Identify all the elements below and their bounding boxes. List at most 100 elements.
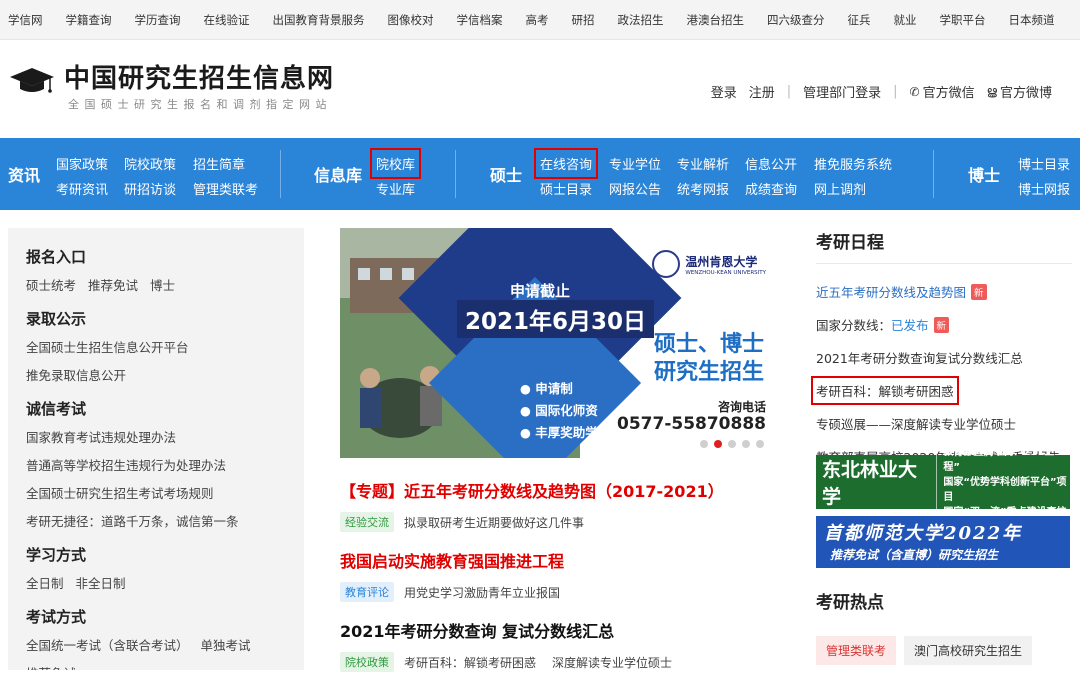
top-link[interactable]: 在线验证	[204, 12, 250, 28]
top-link[interactable]: 征兵	[848, 12, 871, 28]
top-link[interactable]: 学信档案	[457, 12, 503, 28]
top-link[interactable]: 港澳台招生	[687, 12, 745, 28]
login-link[interactable]: 登录	[711, 82, 737, 101]
site-logo[interactable]: 中国研究生招生信息网 全国硕士研究生报名和调剂指定网站	[8, 64, 334, 112]
sidebar-link[interactable]: 全日制	[26, 576, 64, 591]
schedule-item[interactable]: 2021年考研分数查询复试分数线汇总	[816, 348, 1072, 367]
schedule-item-text: 国家分数线：	[816, 318, 892, 333]
news-category-tag[interactable]: 教育评论	[340, 582, 394, 602]
sidebar-link[interactable]: 考研无捷径：道路千万条，诚信第一条	[26, 514, 239, 529]
sidebar-row: 全国硕士生招生信息公开平台	[26, 337, 286, 356]
wechat-icon: ✆	[909, 84, 920, 99]
top-link[interactable]: 学历查询	[135, 12, 181, 28]
sidebar-link[interactable]: 推荐免试	[26, 666, 76, 670]
top-link[interactable]: 学职平台	[940, 12, 986, 28]
sidebar-link[interactable]: 博士	[150, 278, 175, 293]
weibo-link[interactable]: ൠ 官方微博	[987, 82, 1052, 101]
nav-link[interactable]: 研招访谈	[124, 179, 176, 198]
top-link[interactable]: 政法招生	[618, 12, 664, 28]
nav-link[interactable]: 硕士目录	[540, 179, 592, 198]
nav-library-title[interactable]: 信息库	[314, 162, 362, 186]
sidebar-link[interactable]: 全国硕士研究生招生考试考场规则	[26, 486, 214, 501]
sidebar-link[interactable]: 硕士统考	[26, 278, 76, 293]
news-sub-link[interactable]: 拟录取研考生近期要做好这几件事	[404, 514, 584, 531]
nav-link[interactable]: 成绩查询	[745, 179, 797, 198]
nav-link[interactable]: 博士网报	[1018, 179, 1070, 198]
nav-link-online-consult[interactable]: 在线咨询	[533, 148, 599, 179]
nav-link[interactable]: 专业解析	[677, 154, 729, 173]
sidebar-link[interactable]: 非全日制	[76, 576, 126, 591]
top-link[interactable]: 四六级查分	[767, 12, 825, 28]
hot-tag[interactable]: 澳门高校研究生招生	[904, 636, 1033, 665]
news-sub-link[interactable]: 深度解读专业学位硕士	[552, 654, 672, 671]
nav-link[interactable]: 专业学位	[609, 154, 661, 173]
sidebar-section-title: 诚信考试	[26, 400, 87, 418]
news-category-tag[interactable]: 经验交流	[340, 512, 394, 532]
nav-phd-title[interactable]: 博士	[968, 162, 1000, 186]
hot-tag[interactable]: 管理类联考	[816, 636, 897, 665]
nav-link[interactable]: 博士目录	[1018, 154, 1070, 173]
sidebar-link[interactable]: 推免录取信息公开	[26, 368, 126, 383]
nav-link[interactable]: 院校政策	[124, 154, 176, 173]
nav-link[interactable]: 考研资讯	[56, 179, 108, 198]
wechat-link[interactable]: ✆ 官方微信	[909, 82, 975, 102]
phone-number: 0577-55870888	[617, 414, 766, 434]
top-link[interactable]: 就业	[894, 12, 917, 28]
top-link[interactable]: 日本频道	[1009, 12, 1055, 28]
schedule-item[interactable]: 国家分数线： 已发布新	[816, 315, 1072, 334]
news-headline[interactable]: 我国启动实施教育强国推进工程	[340, 548, 780, 572]
nav-link[interactable]: 信息公开	[745, 154, 797, 173]
news-headline[interactable]: 【专题】近五年考研分数线及趋势图（2017-2021）	[340, 478, 780, 502]
sidebar-link[interactable]: 全国统一考试（含联合考试）	[26, 638, 189, 653]
news-headline[interactable]: 2021年考研分数查询 复试分数线汇总	[340, 618, 780, 642]
hero-banner[interactable]: 温州肯恩大学 WENZHOU-KEAN UNIVERSITY 申请截止 2021…	[340, 228, 780, 458]
top-link[interactable]: 高考	[526, 12, 549, 28]
university-seal-icon	[652, 250, 681, 278]
schedule-title: 考研日程	[816, 228, 1072, 264]
banner-headline-line: 研究生招生	[653, 359, 764, 385]
schedule-item[interactable]: 考研百科：解锁考研困惑	[811, 376, 1072, 405]
sidebar-row: 普通高等学校招生违规行为处理办法	[26, 455, 286, 474]
nav-link[interactable]: 管理类联考	[193, 179, 258, 198]
sidebar-link[interactable]: 国家教育考试违规处理办法	[26, 430, 176, 445]
top-link[interactable]: 出国教育背景服务	[273, 12, 365, 28]
nav-master-title[interactable]: 硕士	[490, 162, 522, 186]
schedule-item-text: 2021年考研分数查询复试分数线汇总	[816, 351, 1023, 366]
sidebar-link[interactable]: 普通高等学校招生违规行为处理办法	[26, 458, 226, 473]
nav-link-college-library[interactable]: 院校库	[369, 148, 422, 179]
wechat-label: 官方微信	[922, 86, 975, 101]
sidebar-link[interactable]: 推荐免试	[88, 278, 138, 293]
nav-link[interactable]: 网上调剂	[814, 179, 866, 198]
schedule-item[interactable]: 近五年考研分数线及趋势图新	[816, 282, 1072, 301]
carousel-dot[interactable]	[714, 440, 722, 448]
top-link[interactable]: 研招	[572, 12, 595, 28]
sidebar-section: 报名入口 硕士统考 推荐免试 博士	[26, 246, 286, 294]
news-sub-link[interactable]: 考研百科：解锁考研困惑	[404, 654, 536, 671]
nav-link[interactable]: 国家政策	[56, 154, 108, 173]
carousel-dot[interactable]	[756, 440, 764, 448]
carousel-dot[interactable]	[728, 440, 736, 448]
nav-link[interactable]: 推免服务系统	[814, 154, 892, 173]
cnu-ad[interactable]: 首都师范大学2022年 推荐免试（含直博）研究生招生	[816, 516, 1070, 568]
top-link[interactable]: 图像校对	[388, 12, 434, 28]
sidebar-section-title: 学习方式	[26, 546, 87, 564]
nav-link[interactable]: 统考网报	[677, 179, 729, 198]
sidebar-link[interactable]: 单独考试	[201, 638, 251, 653]
schedule-panel: 考研日程 近五年考研分数线及趋势图新国家分数线： 已发布新 2021年考研分数查询复…	[811, 228, 1072, 480]
news-category-tag[interactable]: 院校政策	[340, 652, 394, 672]
register-link[interactable]: 注册	[749, 82, 775, 101]
nav-link[interactable]: 网报公告	[609, 179, 661, 198]
carousel-dot[interactable]	[700, 440, 708, 448]
nav-link[interactable]: 专业库	[376, 179, 415, 198]
nav-link[interactable]: 招生简章	[193, 154, 245, 173]
news-sub-row: 经验交流 拟录取研考生近期要做好这几件事	[340, 512, 780, 532]
nav-news-title[interactable]: 资讯	[8, 162, 40, 186]
news-sub-link[interactable]: 用党史学习激励青年立业报国	[404, 584, 560, 601]
carousel-dot[interactable]	[742, 440, 750, 448]
top-link[interactable]: 学信网	[8, 12, 43, 28]
schedule-item[interactable]: 专硕巡展——深度解读专业学位硕士	[816, 414, 1072, 433]
top-link[interactable]: 学籍查询	[66, 12, 112, 28]
admin-login-link[interactable]: 管理部门登录	[803, 82, 881, 101]
nefu-ad[interactable]: 东北林业大学 教育部直属 国家“211工程” 国家“优势学科创新平台”项目 国家…	[816, 447, 1070, 518]
sidebar-link[interactable]: 全国硕士生招生信息公开平台	[26, 340, 189, 355]
